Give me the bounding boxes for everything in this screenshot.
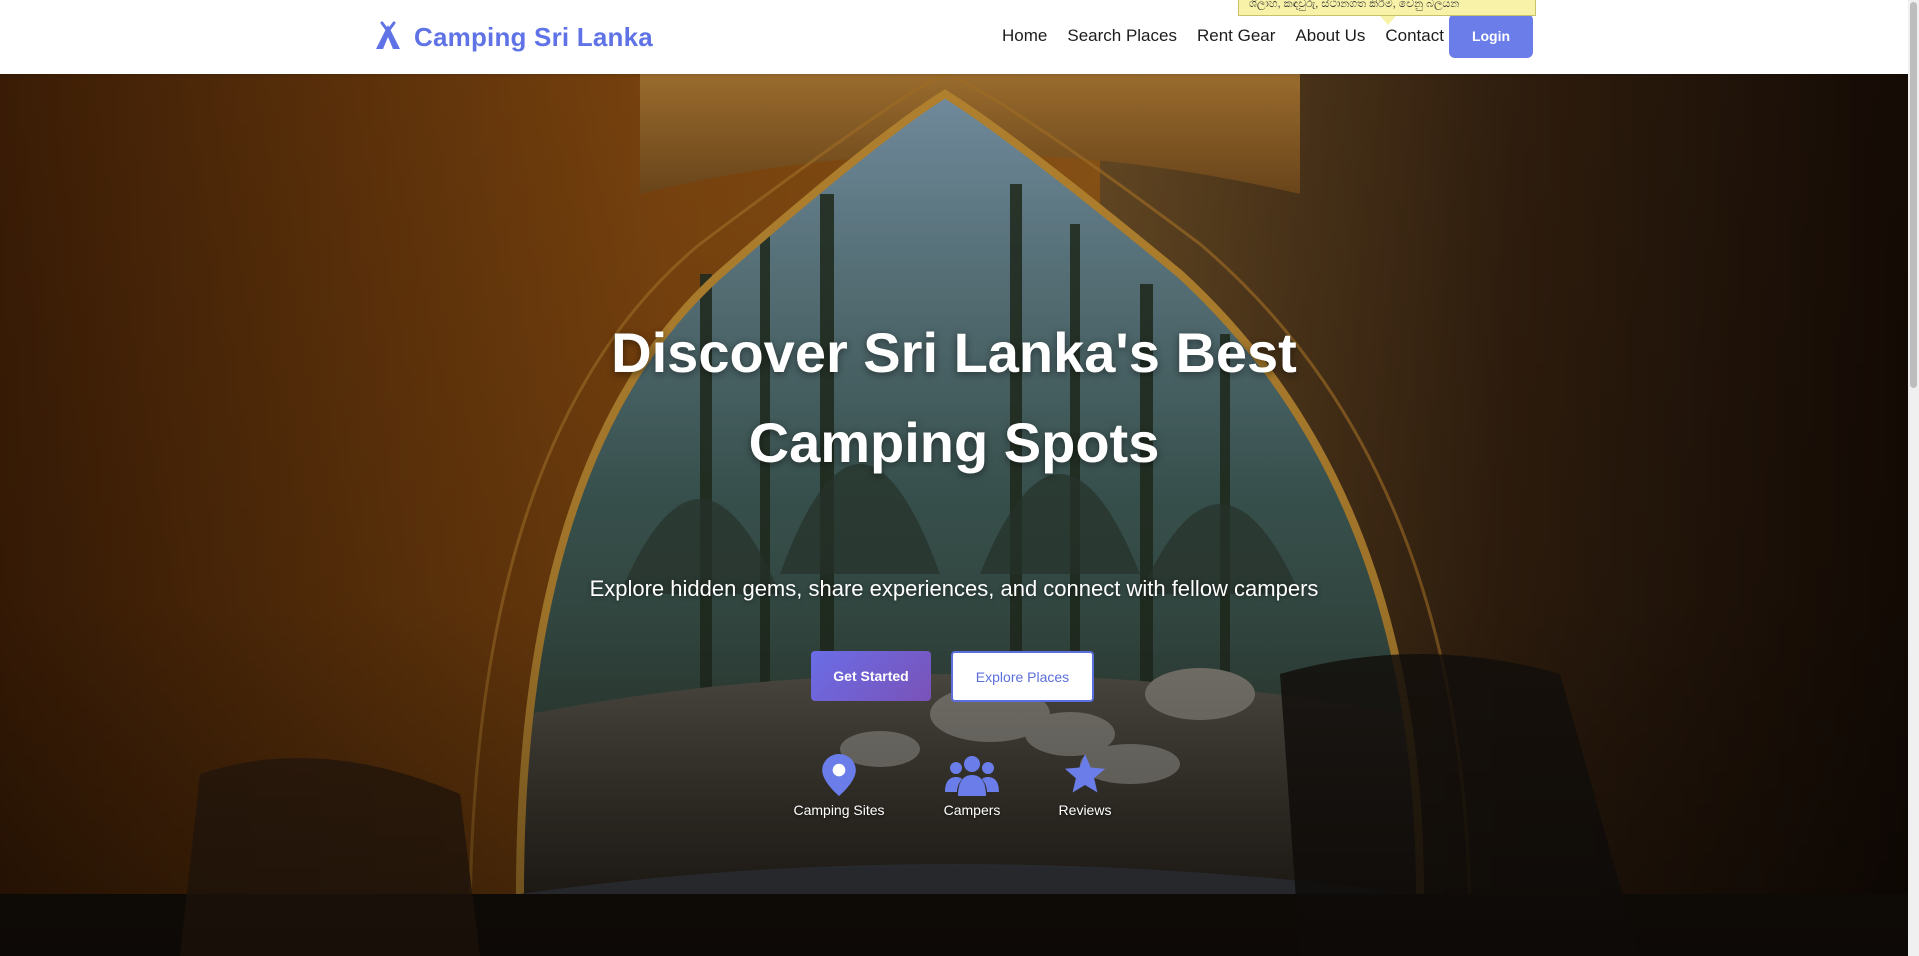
brand-logo[interactable]: Camping Sri Lanka xyxy=(372,20,653,54)
translation-tooltip: ශිලාහ, කඳවුරු, ස්ථානගත කිරීම, වෙනු බලයන xyxy=(1238,0,1536,16)
main-nav: Home Search Places Rent Gear About Us Co… xyxy=(1002,26,1444,46)
hero-title-line-2: Camping Spots xyxy=(748,411,1160,474)
hero-title-line-1: Discover Sri Lanka's Best xyxy=(611,321,1297,384)
stat-label-camping-sites: Camping Sites xyxy=(793,802,885,818)
brand-name: Camping Sri Lanka xyxy=(414,21,653,52)
hero-overlay xyxy=(0,74,1908,956)
nav-search-places[interactable]: Search Places xyxy=(1067,26,1177,46)
hero-title: Discover Sri Lanka's Best Camping Spots xyxy=(504,308,1404,488)
tooltip-arrow xyxy=(1380,16,1396,25)
map-marker-icon xyxy=(822,754,856,796)
scrollbar-thumb[interactable] xyxy=(1910,2,1917,388)
get-started-button[interactable]: Get Started xyxy=(811,651,931,701)
nav-rent-gear[interactable]: Rent Gear xyxy=(1197,26,1275,46)
star-icon xyxy=(1064,754,1106,793)
login-button[interactable]: Login xyxy=(1449,14,1533,58)
stat-label-reviews: Reviews xyxy=(1058,802,1112,818)
tent-icon xyxy=(376,21,400,49)
page-scrollbar[interactable] xyxy=(1908,0,1919,956)
hero-section: Discover Sri Lanka's Best Camping Spots … xyxy=(0,74,1908,956)
stat-camping-sites: Camping Sites xyxy=(784,754,894,818)
stat-reviews: Reviews xyxy=(1045,754,1125,818)
hero-subtitle: Explore hidden gems, share experiences, … xyxy=(589,576,1319,601)
nav-about-us[interactable]: About Us xyxy=(1295,26,1365,46)
nav-home[interactable]: Home xyxy=(1002,26,1047,46)
site-header: Camping Sri Lanka Home Search Places Ren… xyxy=(0,0,1908,74)
stat-campers: Campers xyxy=(920,754,1024,818)
users-icon xyxy=(945,756,999,796)
nav-contact[interactable]: Contact xyxy=(1385,26,1444,46)
explore-places-button[interactable]: Explore Places xyxy=(951,651,1094,702)
stat-label-campers: Campers xyxy=(943,802,1001,818)
